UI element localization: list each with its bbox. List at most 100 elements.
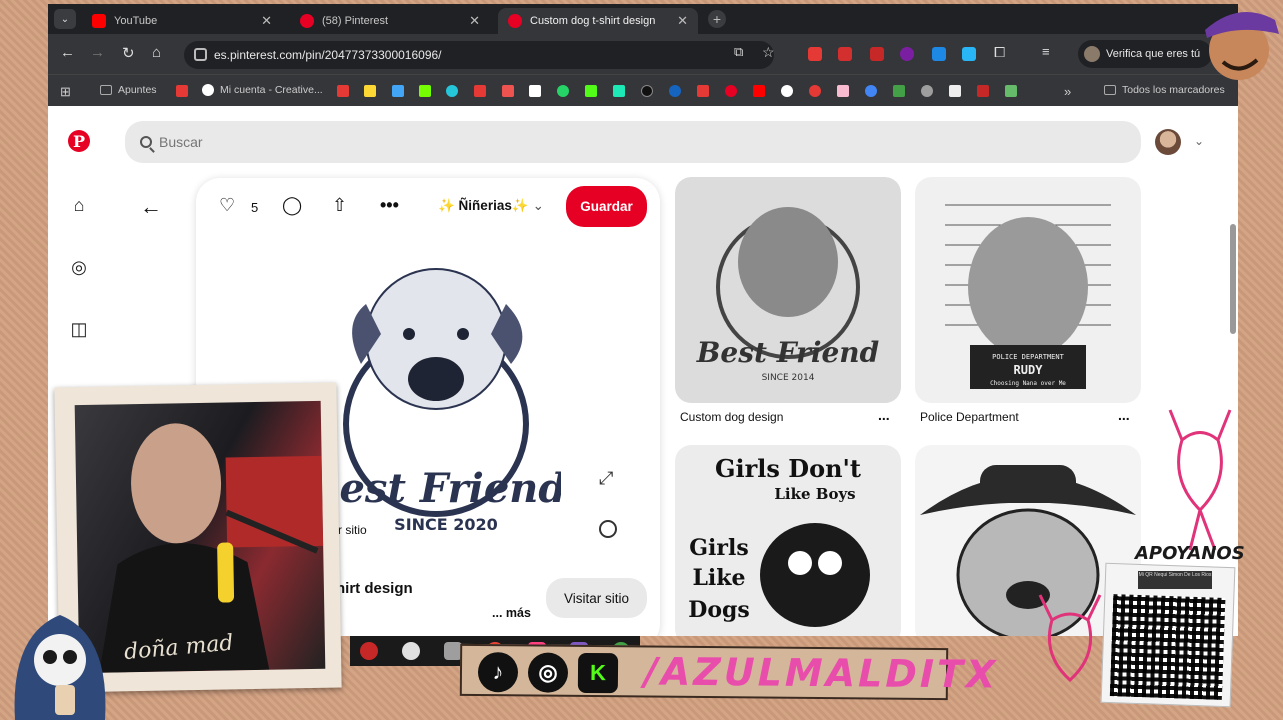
visit-site-link-small[interactable]: r sitio (338, 523, 367, 537)
related-pin[interactable]: POLICE DEPARTMENT RUDY Choosing Nana ove… (915, 177, 1141, 437)
extensions-puzzle-icon[interactable]: ⧠ (994, 44, 1005, 61)
tab-youtube[interactable]: YouTube ✕ (82, 8, 282, 34)
visit-site-button[interactable]: Visitar sitio (546, 578, 647, 618)
bookmark-icon[interactable] (837, 85, 849, 97)
bookmark-icon[interactable] (176, 85, 188, 97)
create-icon[interactable]: ◫ (68, 318, 90, 340)
app-icon[interactable] (402, 642, 420, 660)
related-pin[interactable]: Girls Don't Like Boys Girls Like Dogs (675, 445, 901, 636)
expand-icon[interactable]: ⤢ (599, 468, 613, 489)
close-icon[interactable]: ✕ (469, 13, 480, 29)
bookmark-icon[interactable] (809, 85, 821, 97)
kick-icon: K (577, 652, 619, 694)
streamer-handle: /AZULMALDITX (643, 649, 999, 697)
bookmark-mi-cuenta[interactable]: Mi cuenta - Creative... (202, 84, 323, 96)
pin-image: POLICE DEPARTMENT RUDY Choosing Nana ove… (915, 177, 1141, 403)
extension-icon[interactable] (808, 47, 822, 61)
related-pin[interactable]: Best Friend SINCE 2014 Custom dog design… (675, 177, 901, 437)
more-options-icon[interactable]: ... (1118, 407, 1130, 423)
youtube-icon[interactable] (753, 85, 765, 97)
star-icon[interactable]: ☆ (762, 44, 775, 61)
home-icon[interactable]: ⌂ (152, 44, 161, 61)
address-bar[interactable]: es.pinterest.com/pin/20477373300016096/ (184, 41, 774, 69)
bookmark-icon[interactable] (697, 85, 709, 97)
visual-search-icon[interactable] (599, 520, 617, 538)
search-input[interactable]: Buscar (125, 121, 1141, 163)
bookmark-icon[interactable] (337, 85, 349, 97)
board-selector[interactable]: ✨ Ñiñerias✨ ⌄ (438, 198, 544, 214)
extension-icon[interactable] (838, 47, 852, 61)
heart-icon[interactable]: ♡ (219, 195, 235, 216)
streamer-face (131, 423, 222, 544)
forward-icon[interactable]: → (90, 44, 105, 61)
tab-pinterest[interactable]: (58) Pinterest ✕ (290, 8, 490, 34)
scrollbar[interactable] (1230, 224, 1236, 334)
browser-toolbar: ← → ↻ ⌂ es.pinterest.com/pin/20477373300… (48, 34, 1238, 74)
new-tab-button[interactable]: + (708, 10, 726, 28)
bookmark-icon[interactable] (392, 85, 404, 97)
extension-icon[interactable] (900, 47, 914, 61)
chevron-down-icon[interactable]: ⌄ (1194, 134, 1204, 148)
bookmark-icon[interactable] (921, 85, 933, 97)
extension-icon[interactable] (962, 47, 976, 61)
bookmark-icon[interactable] (669, 85, 681, 97)
bookmark-icon[interactable] (502, 85, 514, 97)
close-icon[interactable]: ✕ (677, 13, 688, 29)
avatar[interactable] (1155, 129, 1181, 155)
bookmark-icon[interactable] (364, 85, 376, 97)
image-text-main: Best Friend (696, 336, 879, 369)
bookmark-icon[interactable] (977, 85, 989, 97)
more-link[interactable]: ... más (492, 606, 531, 620)
image-text-sub: SINCE 2014 (762, 373, 815, 383)
bookmark-icon[interactable] (1005, 85, 1017, 97)
translate-icon[interactable] (932, 47, 946, 61)
bookmark-icon[interactable] (865, 85, 877, 97)
bookmark-icon[interactable] (419, 85, 431, 97)
tab-label: (58) Pinterest (322, 15, 389, 27)
tab-search-button[interactable]: ⌄ (54, 9, 76, 29)
reading-list-icon[interactable]: ≡ (1042, 44, 1050, 59)
apps-grid-icon[interactable]: ⊞ (60, 84, 71, 100)
explore-compass-icon[interactable]: ◎ (68, 256, 90, 278)
whatsapp-icon[interactable] (557, 85, 569, 97)
reload-icon[interactable]: ↻ (122, 44, 135, 62)
bookmark-icon[interactable] (893, 85, 905, 97)
home-icon[interactable]: ⌂ (68, 194, 90, 216)
close-icon[interactable]: ✕ (261, 13, 272, 29)
more-options-icon[interactable]: ••• (380, 195, 399, 216)
reaper-mascot (14, 615, 106, 720)
back-arrow-icon[interactable]: ← (140, 194, 162, 220)
board-text-top: POLICE DEPARTMENT (992, 353, 1064, 361)
bookmark-icon[interactable] (781, 85, 793, 97)
comment-icon[interactable]: ◯ (282, 195, 302, 216)
bookmark-icon[interactable] (641, 85, 653, 97)
save-button[interactable]: Guardar (566, 186, 647, 227)
folder-icon (1104, 85, 1116, 95)
profile-button[interactable]: Verifica que eres tú (1078, 40, 1213, 68)
share-icon[interactable]: ⇧ (332, 195, 347, 216)
bookmark-folder-apuntes[interactable]: Apuntes (100, 84, 157, 96)
kick-icon[interactable] (585, 85, 597, 97)
bookmark-icon[interactable] (613, 85, 625, 97)
cowboy-hat-crown (980, 465, 1076, 503)
obs-icon[interactable] (360, 642, 378, 660)
bookmarks-overflow[interactable]: » (1064, 84, 1071, 99)
more-options-icon[interactable]: ... (878, 407, 890, 423)
board-text-name: RUDY (1014, 363, 1044, 377)
bookmark-icon[interactable] (446, 85, 458, 97)
pin-image[interactable]: Best Friend SINCE 2020 (311, 254, 561, 544)
pinterest-icon[interactable] (725, 85, 737, 97)
bookmark-icon[interactable] (529, 85, 541, 97)
devil-doodle (1038, 594, 1102, 683)
boba-cup (55, 685, 75, 715)
bookmark-icon[interactable] (949, 85, 961, 97)
install-icon[interactable]: ⧉ (734, 44, 743, 60)
site-info-icon[interactable] (194, 48, 207, 61)
tab-custom-dog[interactable]: Custom dog t-shirt design ✕ (498, 8, 698, 34)
image-text-line: Girls Don't (715, 454, 861, 483)
pinterest-logo[interactable]: P (68, 130, 90, 152)
back-icon[interactable]: ← (60, 44, 75, 61)
heart-glasses (818, 551, 842, 575)
adblock-icon[interactable] (870, 47, 884, 61)
bookmark-icon[interactable] (474, 85, 486, 97)
